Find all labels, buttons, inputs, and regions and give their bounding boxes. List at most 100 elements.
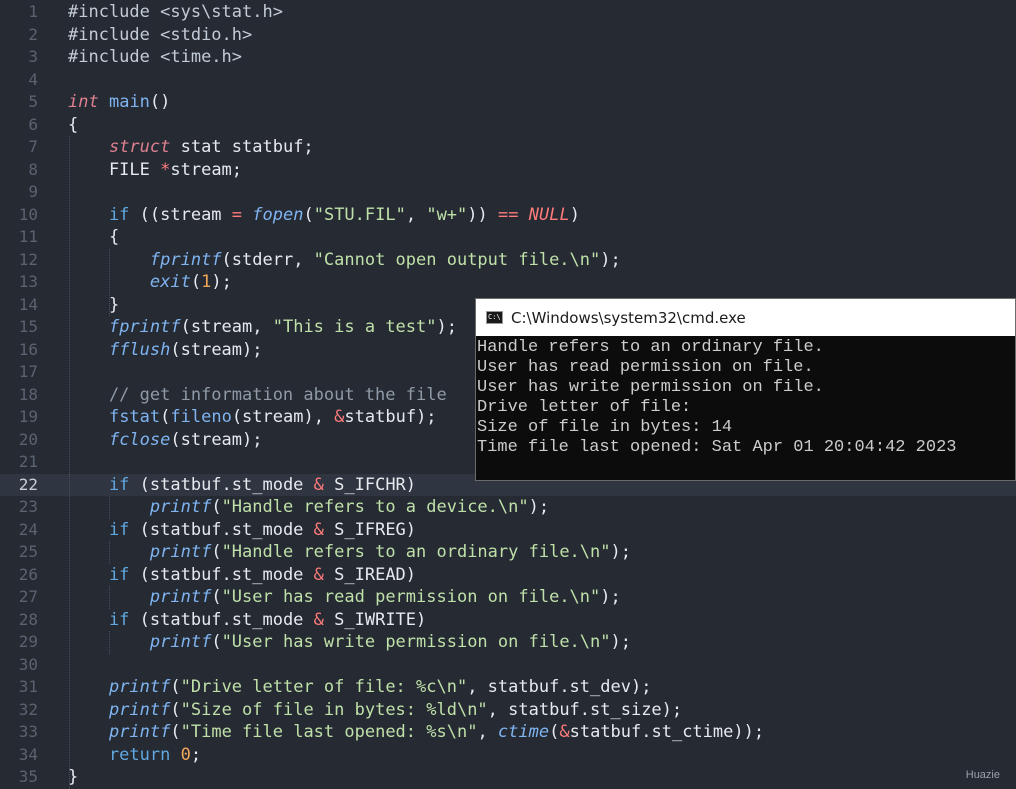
code-text: FILE *stream; [68,159,243,180]
line-number: 10 [18,204,38,224]
code-line[interactable]: 33 printf("Time file last opened: %s\n",… [0,721,1016,744]
line-number: 13 [18,272,38,291]
line-number: 20 [18,429,38,449]
line-number: 26 [18,564,38,584]
code-text: if ((stream = fopen("STU.FIL", "w+")) ==… [68,204,580,225]
code-line[interactable]: 27 printf("User has read permission on f… [0,586,1016,609]
code-line[interactable]: 2 #include <stdio.h> [0,24,1016,47]
cmd-icon [486,311,503,324]
line-number: 7 [28,137,38,156]
indent-guide [109,586,111,609]
code-text: printf("Time file last opened: %s\n", ct… [108,722,765,742]
code-line[interactable]: 6{ [0,114,1016,137]
line-number: 22 [18,474,38,494]
line-number: 23 [18,497,38,516]
code-line[interactable]: 25 printf("Handle refers to an ordinary … [0,541,1016,564]
code-text: fflush(stream); [108,339,263,360]
code-text: if (statbuf.st_mode & S_IFREG) [68,519,417,540]
cmd-output-line: Handle refers to an ordinary file. [477,338,824,357]
line-number: 12 [18,249,38,269]
code-text: fprintf(stream, "This is a test"); [108,317,457,337]
code-line[interactable]: 30 [0,654,1016,677]
code-line[interactable]: 4 [0,69,1016,92]
line-number: 6 [28,114,38,134]
indent-guide [69,136,71,789]
line-number: 2 [28,24,38,44]
line-number: 28 [18,609,38,629]
code-text: fprintf(stderr, "Cannot open output file… [149,249,621,270]
code-text: printf("Drive letter of file: %c\n", sta… [108,677,652,697]
code-line[interactable]: 23 printf("Handle refers to a device.\n"… [0,496,1016,519]
code-line[interactable]: 34 return 0; [0,744,1016,767]
code-text: if (statbuf.st_mode & S_IWRITE) [68,609,427,630]
line-number: 32 [18,699,38,719]
code-line[interactable]: 8 FILE *stream; [0,159,1016,182]
code-line[interactable]: 29 printf("User has write permission on … [0,631,1016,654]
line-number: 35 [18,767,38,786]
code-text: #include <stdio.h> [68,24,253,45]
code-line[interactable]: 7 struct stat statbuf; [0,136,1016,159]
line-number: 16 [18,339,38,359]
line-number: 1 [28,2,38,21]
code-text: return 0; [68,744,202,765]
line-number: 25 [18,542,38,561]
code-line[interactable]: 12 fprintf(stderr, "Cannot open output f… [0,249,1016,272]
code-line[interactable]: 1 #include <sys\stat.h> [0,1,1016,24]
line-number: 11 [18,227,38,246]
line-number: 33 [18,722,38,741]
code-text: { [68,227,120,247]
line-number: 21 [18,452,38,471]
code-line[interactable]: 13 exit(1); [0,271,1016,294]
line-number: 8 [28,159,38,179]
code-text: fstat(fileno(stream), &statbuf); [108,407,437,427]
cmd-output-line: Size of file in bytes: 14 [477,418,733,437]
code-text: int main() [68,92,171,112]
code-text: #include <sys\stat.h> [68,2,283,22]
indent-guide [109,541,111,564]
cmd-window[interactable]: C:\Windows\system32\cmd.exe Handle refer… [475,298,1016,481]
cmd-output-line: User has read permission on file. [477,358,814,377]
line-number: 4 [28,69,38,89]
code-line[interactable]: 11 { [0,226,1016,249]
code-text: fclose(stream); [108,429,263,450]
code-line[interactable]: 5 int main() [0,91,1016,114]
code-text: struct stat statbuf; [108,137,314,157]
code-text: } [68,294,120,315]
code-line[interactable]: 31 printf("Drive letter of file: %c\n", … [0,676,1016,699]
line-number: 18 [18,384,38,404]
cmd-title: C:\Windows\system32\cmd.exe [511,308,746,327]
line-number: 19 [18,407,38,426]
code-text: printf("User has write permission on fil… [149,632,631,652]
watermark: Huazie [965,769,1000,781]
line-number: 15 [18,317,38,336]
code-text: exit(1); [149,272,232,292]
code-text: printf("Size of file in bytes: %ld\n", s… [108,699,683,720]
line-number: 5 [28,92,38,111]
line-number: 9 [28,182,38,201]
code-text: #include <time.h> [68,47,243,67]
code-line[interactable]: 28 if (statbuf.st_mode & S_IWRITE) [0,609,1016,632]
code-text: if (statbuf.st_mode & S_IFCHR) [68,474,417,495]
indent-guide [109,248,111,316]
line-number: 24 [18,519,38,539]
line-number: 14 [18,294,38,314]
cmd-output[interactable]: Handle refers to an ordinary file. User h… [476,336,1015,458]
code-line[interactable]: 9 [0,181,1016,204]
line-number: 17 [18,362,38,381]
line-number: 3 [28,47,38,66]
code-line[interactable]: 26 if (statbuf.st_mode & S_IREAD) [0,564,1016,587]
line-number: 30 [18,654,38,674]
line-number: 31 [18,677,38,696]
code-line[interactable]: 10 if ((stream = fopen("STU.FIL", "w+"))… [0,204,1016,227]
indent-guide [109,496,111,519]
line-number: 27 [18,587,38,606]
indent-guide [109,631,111,654]
cmd-titlebar[interactable]: C:\Windows\system32\cmd.exe [476,299,1015,336]
code-line[interactable]: 35} [0,766,1016,789]
code-line[interactable]: 32 printf("Size of file in bytes: %ld\n"… [0,699,1016,722]
code-text: if (statbuf.st_mode & S_IREAD) [68,564,417,585]
code-text: { [68,114,79,135]
code-text: // get information about the file [68,384,447,405]
code-line[interactable]: 3 #include <time.h> [0,46,1016,69]
code-line[interactable]: 24 if (statbuf.st_mode & S_IFREG) [0,519,1016,542]
